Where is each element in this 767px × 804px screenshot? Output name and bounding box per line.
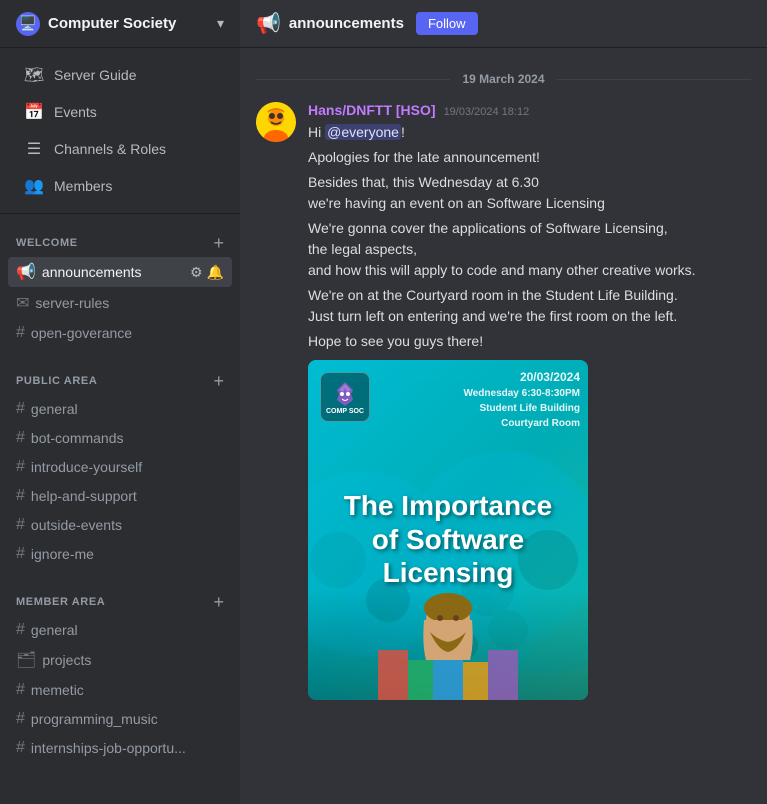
section-public-header[interactable]: PUBLIC AREA + [8,368,232,394]
hash-icon: # [16,487,25,505]
channel-bot-commands[interactable]: # bot-commands [8,424,232,452]
text-channel-icon: ✉ [16,293,29,313]
message-paragraph: We're on at the Courtyard room in the St… [308,285,751,327]
sidebar-item-server-guide[interactable]: 🗺 Server Guide [8,57,232,93]
poster-title-line1: The Importance [318,489,578,523]
hash-icon: # [16,681,25,699]
message-content: Hans/DNFTT [HSO] 19/03/2024 18:12 Hi @ev… [308,102,751,700]
sidebar: 🖥️ Computer Society ▾ 🗺 Server Guide 📅 E… [0,0,240,804]
message-paragraph: Hi @everyone! [308,122,751,143]
notification-icon[interactable]: 🔔 [207,264,224,281]
message-body: Hi @everyone! Apologies for the late ann… [308,122,751,700]
avatar [256,102,296,142]
sidebar-item-channels-roles[interactable]: ☰ Channels & Roles [8,131,232,167]
poster-title: The Importance of Software Licensing [308,489,588,590]
announcement-channel-icon: 📢 [16,262,36,282]
events-icon: 📅 [24,102,44,122]
channel-outside-events[interactable]: # outside-events [8,511,232,539]
poster-logo: COMP SOC [320,372,370,422]
section-welcome: WELCOME + 📢 announcements ⚙ 🔔 ✉ server-r… [0,214,240,352]
channel-open-goverance[interactable]: # open-goverance [8,319,232,347]
section-welcome-header[interactable]: WELCOME + [8,230,232,256]
hash-icon: # [16,739,25,757]
poster-person-svg [378,590,518,700]
hash-icon: # [16,324,25,342]
avatar-svg [256,102,296,142]
date-divider: 19 March 2024 [256,72,751,86]
sidebar-navigation: 🗺 Server Guide 📅 Events ☰ Channels & Rol… [0,48,240,214]
map-icon: 🗺 [24,65,44,85]
poster-title-line2: of Software [318,523,578,557]
mention-everyone: @everyone [325,124,401,140]
poster-venue-line1: Student Life Building [463,401,580,416]
wolf-icon [331,380,359,408]
event-poster: COMP SOC 20/03/2024 Wednesday 6:30-8:30P… [308,360,588,700]
hash-icon: # [16,400,25,418]
channel-ignore-me[interactable]: # ignore-me [8,540,232,568]
forum-icon: 🗂 [16,650,36,670]
hash-icon: # [16,545,25,563]
poster-bottom-image [308,590,588,700]
message-timestamp: 19/03/2024 18:12 [444,106,530,118]
message-paragraph: We're gonna cover the applications of So… [308,218,751,281]
message-paragraph: Hope to see you guys there! [308,331,751,352]
hash-icon: # [16,516,25,534]
hash-icon: # [16,458,25,476]
channel-announcements[interactable]: 📢 announcements ⚙ 🔔 [8,257,232,287]
message-header: Hans/DNFTT [HSO] 19/03/2024 18:12 [308,102,751,118]
server-icon: 🖥️ [16,12,40,36]
message-paragraph: Besides that, this Wednesday at 6.30we'r… [308,172,751,214]
add-channel-public-icon[interactable]: + [213,372,224,390]
poster-time: Wednesday 6:30-8:30PM [463,386,580,401]
channel-projects[interactable]: 🗂 projects [8,645,232,675]
channel-programming-music[interactable]: # programming_music [8,705,232,733]
poster-venue-line2: Courtyard Room [463,416,580,431]
channel-header-name: announcements [289,15,404,32]
section-member-header[interactable]: MEMBER AREA + [8,589,232,615]
members-icon: 👥 [24,176,44,196]
announcement-header-icon: 📢 [256,11,281,36]
main-content: 📢 announcements Follow 19 March 2024 [240,0,767,804]
org-name-label: COMP SOC [326,408,364,415]
poster-date: 20/03/2024 [463,368,580,386]
channel-memetic[interactable]: # memetic [8,676,232,704]
channel-help-and-support[interactable]: # help-and-support [8,482,232,510]
chevron-down-icon: ▾ [217,15,224,32]
channel-general[interactable]: # general [8,395,232,423]
poster-title-line3: Licensing [318,556,578,590]
section-member-area: MEMBER AREA + # general 🗂 projects # mem… [0,573,240,767]
channel-header: 📢 announcements Follow [240,0,767,48]
hash-icon: # [16,429,25,447]
channel-general-member[interactable]: # general [8,616,232,644]
sidebar-item-events[interactable]: 📅 Events [8,94,232,130]
server-name: Computer Society [48,15,217,32]
hash-icon: # [16,710,25,728]
channel-server-rules[interactable]: ✉ server-rules [8,288,232,318]
poster-event-details: 20/03/2024 Wednesday 6:30-8:30PM Student… [463,368,580,431]
message-author: Hans/DNFTT [HSO] [308,102,436,118]
server-header[interactable]: 🖥️ Computer Society ▾ [0,0,240,48]
sidebar-item-members[interactable]: 👥 Members [8,168,232,204]
follow-button[interactable]: Follow [416,12,478,35]
message: Hans/DNFTT [HSO] 19/03/2024 18:12 Hi @ev… [256,102,751,700]
channel-internships[interactable]: # internships-job-opportu... [8,734,232,762]
channels-icon: ☰ [24,139,44,159]
hash-icon: # [16,621,25,639]
channel-introduce-yourself[interactable]: # introduce-yourself [8,453,232,481]
message-paragraph: Apologies for the late announcement! [308,147,751,168]
messages-area: 19 March 2024 [240,48,767,804]
channel-list: WELCOME + 📢 announcements ⚙ 🔔 ✉ server-r… [0,214,240,804]
avatar-image [256,102,296,142]
add-channel-icon[interactable]: + [213,234,224,252]
settings-icon[interactable]: ⚙ [190,264,203,281]
section-public-area: PUBLIC AREA + # general # bot-commands #… [0,352,240,573]
add-channel-member-icon[interactable]: + [213,593,224,611]
